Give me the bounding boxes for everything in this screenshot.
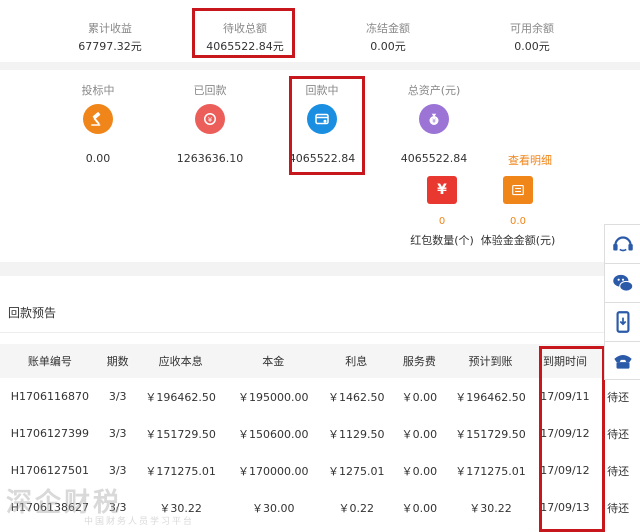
trial-fund-amount: 0.0 xyxy=(510,216,526,227)
watermark-sub: 中国财务人员学习平台 xyxy=(84,517,195,527)
cell-expected: ￥30.22 xyxy=(469,501,512,515)
cell-service-fee: ￥0.00 xyxy=(401,464,438,478)
asset-bidding[interactable]: 投标中 0.00 xyxy=(48,82,148,172)
asset-label: 已回款 xyxy=(193,84,227,97)
asset-label: 总资产(元) xyxy=(407,84,461,97)
asset-label: 投标中 xyxy=(81,84,115,97)
cell-bill-no: H1706116870 xyxy=(10,390,89,403)
money-bag-icon: ¥ xyxy=(419,104,449,134)
red-packet-label: 红包数量(个) xyxy=(410,234,474,247)
phone-icon[interactable] xyxy=(605,342,640,380)
cell-receivable: ￥171275.01 xyxy=(145,464,216,478)
cell-principal: ￥170000.00 xyxy=(238,464,309,478)
highlight-box-due-date xyxy=(539,346,605,532)
cell-expected: ￥196462.50 xyxy=(455,390,526,404)
cell-receivable: ￥196462.50 xyxy=(145,390,216,404)
cell-period: 3/3 xyxy=(108,390,127,403)
asset-value: 4065522.84 xyxy=(400,152,468,165)
stat-value: 67797.32元 xyxy=(78,40,142,53)
cell-interest: ￥1275.01 xyxy=(327,464,385,478)
cell-expected: ￥151729.50 xyxy=(455,427,526,441)
svg-text:¥: ¥ xyxy=(432,118,436,125)
side-toolbar xyxy=(604,224,640,380)
hammer-icon xyxy=(83,104,113,134)
view-details-link[interactable]: 查看明细 xyxy=(508,152,552,168)
mobile-app-icon[interactable] xyxy=(605,303,640,342)
stat-frozen-amount: 冻结金额 0.00元 xyxy=(338,20,438,54)
stat-value: 0.00元 xyxy=(370,40,406,53)
customer-service-icon[interactable] xyxy=(605,225,640,264)
stat-label: 累计收益 xyxy=(88,22,132,35)
cell-receivable: ￥151729.50 xyxy=(145,427,216,441)
cell-principal: ￥150600.00 xyxy=(238,427,309,441)
svg-text:¥: ¥ xyxy=(208,116,213,124)
forecast-divider xyxy=(0,332,640,333)
col-interest: 利息 xyxy=(345,355,368,368)
col-bill-no: 账单编号 xyxy=(27,355,72,368)
cell-principal: ￥30.00 xyxy=(252,501,295,515)
cell-service-fee: ￥0.00 xyxy=(401,501,438,515)
col-receivable: 应收本息 xyxy=(158,355,203,368)
cell-period: 3/3 xyxy=(108,427,127,440)
gold-ticket-icon xyxy=(503,176,533,204)
highlight-box-pending-total xyxy=(192,8,295,58)
summary-panel: 累计收益 67797.32元 待收总额 4065522.84元 冻结金额 0.0… xyxy=(0,0,640,62)
col-principal: 本金 xyxy=(262,355,285,368)
cell-principal: ￥195000.00 xyxy=(238,390,309,404)
refund-icon: ¥ xyxy=(195,104,225,134)
wechat-icon[interactable] xyxy=(605,264,640,303)
red-packet-count: 0 xyxy=(438,216,446,227)
cell-service-fee: ￥0.00 xyxy=(401,427,438,441)
stat-label: 冻结金额 xyxy=(366,22,410,35)
cell-interest: ￥1129.50 xyxy=(327,427,385,441)
stat-cumulative-income: 累计收益 67797.32元 xyxy=(60,20,160,54)
asset-returned[interactable]: 已回款 ¥ 1263636.10 xyxy=(160,82,260,172)
cell-expected: ￥171275.01 xyxy=(455,464,526,478)
col-expected: 预计到账 xyxy=(468,355,513,368)
stat-available-balance: 可用余额 0.00元 xyxy=(482,20,582,54)
highlight-box-returning xyxy=(289,76,365,175)
red-packet-icon: ¥ xyxy=(427,176,457,204)
trial-fund-label: 体验金金额(元) xyxy=(480,234,556,247)
cell-interest: ￥1462.50 xyxy=(327,390,385,404)
asset-value: 0.00 xyxy=(85,152,111,165)
asset-value: 1263636.10 xyxy=(176,152,244,165)
cell-bill-no: H1706127399 xyxy=(10,427,89,440)
stat-value: 0.00元 xyxy=(514,40,550,53)
col-service-fee: 服务费 xyxy=(402,355,436,368)
asset-total[interactable]: 总资产(元) ¥ 4065522.84 xyxy=(384,82,484,172)
col-period: 期数 xyxy=(106,355,129,368)
stat-label: 可用余额 xyxy=(510,22,554,35)
forecast-title: 回款预告 xyxy=(8,306,57,320)
cell-service-fee: ￥0.00 xyxy=(401,390,438,404)
cell-interest: ￥0.22 xyxy=(338,501,374,515)
